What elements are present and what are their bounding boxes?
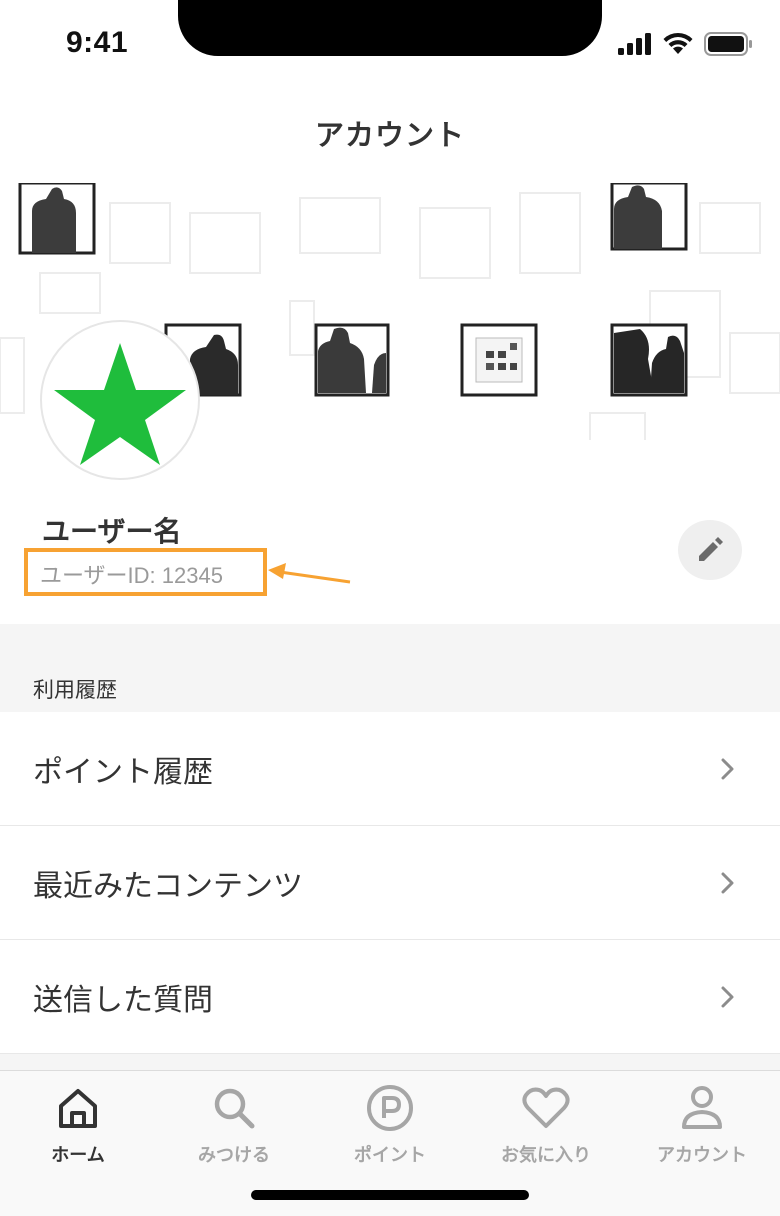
page-title: アカウント	[314, 118, 465, 152]
point-icon	[367, 1085, 413, 1131]
menu-item-sent-questions[interactable]: 送信した質問	[0, 940, 780, 1054]
tab-home[interactable]: ホーム	[0, 1083, 156, 1173]
user-id: ユーザーID: 12345	[40, 563, 223, 588]
tab-label: ポイント	[354, 1145, 426, 1166]
avatar[interactable]	[40, 320, 200, 480]
tab-favorites[interactable]: お気に入り	[468, 1083, 624, 1173]
tab-label: みつける	[198, 1145, 270, 1166]
annotation-arrow-icon	[268, 563, 351, 584]
home-icon	[59, 1089, 97, 1128]
menu-item-recent-content[interactable]: 最近みたコンテンツ	[0, 826, 780, 940]
chevron-right-icon	[721, 758, 734, 779]
status-time: 9:41	[66, 26, 129, 59]
menu-item-label: ポイント履歴	[33, 754, 213, 790]
tab-label: お気に入り	[501, 1145, 591, 1166]
tab-label: アカウント	[657, 1145, 747, 1166]
section-divider	[0, 1054, 780, 1070]
menu-item-point-history[interactable]: ポイント履歴	[0, 712, 780, 826]
edit-profile-button[interactable]	[678, 520, 742, 580]
menu-item-label: 最近みたコンテンツ	[33, 868, 303, 904]
user-name: ユーザー名	[42, 515, 182, 548]
cover-frame	[18, 183, 688, 255]
tab-label: ホーム	[51, 1145, 105, 1166]
status-icons	[618, 32, 752, 56]
device-notch	[178, 0, 602, 56]
wifi-icon	[663, 32, 693, 54]
tab-discover[interactable]: みつける	[156, 1083, 312, 1173]
cellular-signal-icon	[618, 33, 651, 55]
home-indicator	[251, 1190, 529, 1200]
menu-item-label: 送信した質問	[33, 982, 213, 1018]
search-icon	[214, 1088, 255, 1129]
pencil-icon	[699, 537, 723, 561]
chevron-right-icon	[721, 872, 734, 893]
status-bar: 9:41	[0, 0, 780, 90]
person-icon	[682, 1086, 722, 1129]
history-menu: ポイント履歴 最近みたコンテンツ 送信した質問	[0, 712, 780, 1054]
star-icon	[54, 343, 186, 465]
tab-account[interactable]: アカウント	[624, 1083, 780, 1173]
battery-icon	[704, 32, 752, 56]
chevron-right-icon	[721, 986, 734, 1007]
section-header	[0, 624, 780, 712]
heart-icon	[522, 1087, 570, 1128]
section-title: 利用履歴	[33, 678, 117, 702]
tab-points[interactable]: ポイント	[312, 1083, 468, 1173]
